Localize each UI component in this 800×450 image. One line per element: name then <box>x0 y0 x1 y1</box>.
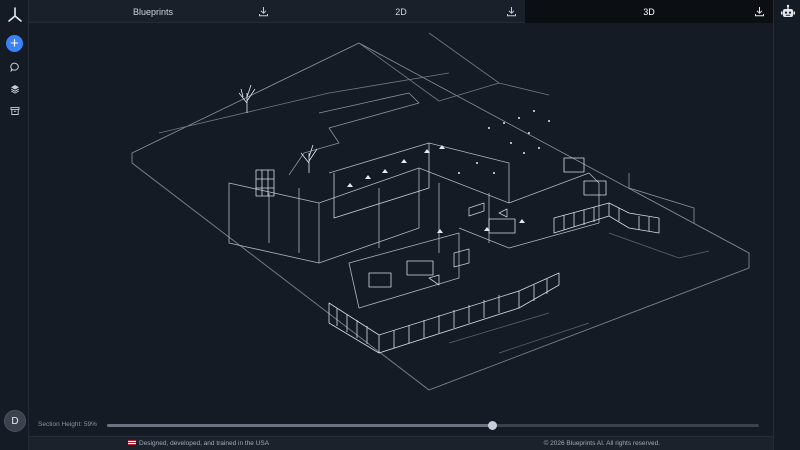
download-icon[interactable] <box>258 6 269 17</box>
right-sidebar <box>773 0 800 450</box>
robot-icon[interactable] <box>780 4 796 20</box>
left-sidebar: + D <box>0 0 29 450</box>
layers-icon <box>10 84 19 94</box>
fence-south <box>328 272 560 354</box>
light-fixtures <box>347 110 550 233</box>
lot-line <box>158 32 550 134</box>
site-outline <box>131 42 750 391</box>
layers-button[interactable] <box>6 80 23 97</box>
section-height-label: Section Height: 59% <box>38 421 97 428</box>
3d-model-viewport[interactable] <box>29 23 773 423</box>
site-edge <box>131 162 750 391</box>
view-tabs: Blueprints 2D 3D <box>29 0 773 23</box>
fence-east <box>553 173 695 234</box>
new-project-button[interactable]: + <box>6 35 23 52</box>
tab-label: 3D <box>643 6 655 17</box>
footer: Designed, developed, and trained in the … <box>29 436 773 450</box>
tab-2d[interactable]: 2D <box>277 0 525 23</box>
archive-icon <box>10 106 19 115</box>
blueprints-logo-icon[interactable] <box>6 6 24 24</box>
avatar-initial: D <box>11 415 19 427</box>
section-height-control: Section Height: 59% <box>29 418 773 434</box>
tab-blueprints[interactable]: Blueprints <box>29 0 277 23</box>
tree-1 <box>238 84 256 113</box>
tab-3d[interactable]: 3D <box>525 0 773 23</box>
chat-button[interactable] <box>6 58 23 75</box>
tree-2 <box>300 144 318 173</box>
window-group <box>255 157 607 288</box>
section-height-slider[interactable] <box>107 421 759 430</box>
wall-south <box>348 232 460 309</box>
footer-origin: Designed, developed, and trained in the … <box>128 440 269 447</box>
slider-fill <box>107 424 492 427</box>
us-flag-icon <box>128 440 136 445</box>
landscape-line <box>448 232 710 354</box>
wall-inner <box>268 183 490 253</box>
tab-label: Blueprints <box>132 6 174 17</box>
download-icon[interactable] <box>754 6 765 17</box>
archive-button[interactable] <box>6 102 23 119</box>
user-avatar[interactable]: D <box>4 410 26 432</box>
footer-copyright: © 2026 Blueprints AI. All rights reserve… <box>543 440 660 447</box>
footer-origin-text: Designed, developed, and trained in the … <box>139 440 270 447</box>
tab-label: 2D <box>395 6 407 17</box>
plus-icon: + <box>10 35 19 52</box>
download-icon[interactable] <box>506 6 517 17</box>
chat-icon <box>9 62 19 72</box>
furniture <box>428 202 508 286</box>
wall-parapet <box>333 143 430 219</box>
slider-handle[interactable] <box>487 421 497 430</box>
